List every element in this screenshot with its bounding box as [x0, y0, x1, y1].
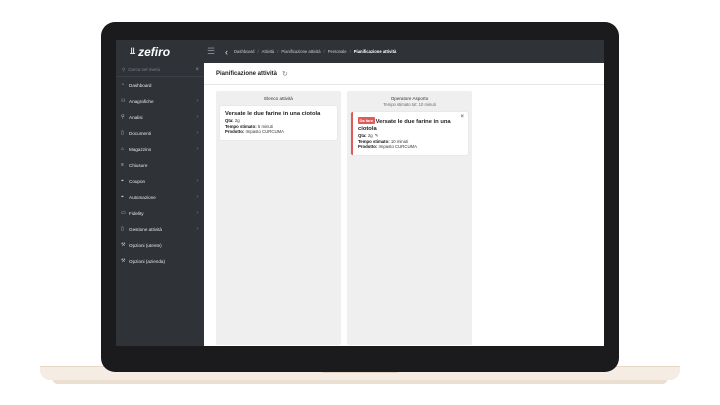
sidebar: ⚲ Cerca nel menù × ◔ Dashboard ⚇ Anagraf…	[116, 63, 204, 346]
qta-value: 2g	[367, 133, 373, 138]
sidebar-item-dashboard[interactable]: ◔ Dashboard	[116, 77, 204, 93]
hamburger-icon[interactable]: ☰	[207, 46, 217, 57]
breadcrumb-item[interactable]: Dashboard	[234, 49, 255, 54]
sidebar-item-label: Documenti	[129, 130, 151, 136]
tag-icon: ⌖	[121, 194, 124, 200]
search-icon: ⚲	[121, 114, 125, 120]
sidebar-item-fidelity[interactable]: ▭ Fidelity ›	[116, 205, 204, 221]
search-input[interactable]: Cerca nel menù	[128, 67, 160, 72]
document-icon: ▯	[121, 226, 124, 232]
logo-icon: ⫫	[130, 46, 136, 56]
tempo-label: Tempo stimato:	[358, 138, 390, 144]
task-prodotto: Prodotto: Impasto CURCUMA	[358, 144, 463, 150]
sidebar-item-label: Opzioni (utente)	[129, 242, 162, 248]
chevron-right-icon: ›	[196, 130, 198, 136]
sidebar-item-label: Gestione attività	[129, 226, 162, 232]
sidebar-item-coupon[interactable]: ⌖ Coupon ›	[116, 173, 204, 189]
column-subtitle: Tempo stimato tot: 10 minuti	[383, 102, 436, 107]
brand-logo[interactable]: ⫫ zefiro	[116, 40, 207, 63]
sidebar-item-analisi[interactable]: ⚲ Analisi ›	[116, 109, 204, 125]
main-content: Pianificazione attività ↻ Elenco attivit…	[204, 63, 604, 346]
breadcrumb-current: Pianificazione attività	[353, 49, 397, 54]
users-icon: ⚇	[121, 98, 126, 104]
breadcrumb-separator: /	[257, 49, 259, 54]
kanban-column-elenco: Elenco attività Versate le due farine in…	[216, 91, 341, 345]
breadcrumb-item[interactable]: Personale	[328, 49, 347, 54]
document-icon: ▯	[121, 130, 124, 136]
breadcrumb-item[interactable]: Attività	[262, 49, 275, 54]
sidebar-item-label: Chiusure	[129, 162, 148, 168]
sidebar-item-opzioni-utente[interactable]: ⚒ Opzioni (utente)	[116, 237, 204, 253]
breadcrumb-separator: /	[349, 49, 351, 54]
chevron-left-icon[interactable]: ‹	[225, 47, 228, 57]
close-icon[interactable]: ×	[195, 67, 199, 73]
sidebar-item-label: Fidelity	[129, 210, 144, 216]
chevron-right-icon: ›	[196, 194, 198, 200]
tempo-value: 5 minuti	[257, 123, 273, 129]
breadcrumb-separator: /	[277, 49, 279, 54]
chevron-right-icon: ›	[196, 178, 198, 184]
tag-icon: ⌖	[121, 178, 124, 184]
task-prodotto: Prodotto: Impasto CURCUMA	[225, 129, 332, 135]
close-icon[interactable]: ×	[460, 114, 464, 120]
sidebar-item-label: Analisi	[129, 114, 143, 120]
task-card[interactable]: × Da fare Versate le due farine in una ci…	[351, 112, 468, 155]
page-header: Pianificazione attività ↻	[204, 63, 604, 85]
page-title: Pianificazione attività	[216, 70, 278, 77]
chevron-right-icon: ›	[196, 98, 198, 104]
sidebar-item-documenti[interactable]: ▯ Documenti ›	[116, 125, 204, 141]
brand-name: zefiro	[138, 44, 171, 59]
status-badge: Da fare	[358, 117, 375, 124]
breadcrumb-separator: /	[323, 49, 325, 54]
refresh-icon[interactable]: ↻	[282, 70, 288, 78]
search-icon: ⚲	[122, 66, 126, 72]
sidebar-item-label: Dashboard	[129, 82, 152, 88]
sidebar-item-chiusure[interactable]: ≡ Chiusure	[116, 157, 204, 173]
app-screen: ⫫ zefiro ☰ ‹ Dashboard / Attività / Pian…	[116, 40, 604, 346]
sidebar-item-label: Coupon	[129, 178, 146, 184]
breadcrumb-item[interactable]: Pianificazione attività	[281, 49, 320, 54]
qta-label: Qta:	[225, 118, 234, 123]
sidebar-item-opzioni-azienda[interactable]: ⚒ Opzioni (azienda)	[116, 253, 204, 269]
dashboard-icon: ◔	[121, 82, 125, 88]
sidebar-item-magazzino[interactable]: ⌂ Magazzino ›	[116, 141, 204, 157]
sidebar-search[interactable]: ⚲ Cerca nel menù ×	[116, 63, 204, 77]
sidebar-item-label: Automazione	[129, 194, 156, 200]
prodotto-value: Impasto CURCUMA	[378, 144, 417, 150]
sidebar-item-label: Opzioni (azienda)	[129, 258, 166, 264]
qta-value: 2g	[234, 118, 240, 123]
chevron-right-icon: ›	[196, 114, 198, 120]
breadcrumb: Dashboard / Attività / Pianificazione at…	[234, 49, 396, 54]
qta-label: Qta:	[358, 133, 367, 138]
task-card[interactable]: Versate le due farine in una ciotola Qta…	[220, 106, 337, 140]
sidebar-item-anagrafiche[interactable]: ⚇ Anagrafiche ›	[116, 93, 204, 109]
task-title-row: Da fare Versate le due farine in una ciot…	[358, 117, 463, 133]
column-title: Operatore Asporto	[390, 96, 429, 101]
sidebar-item-label: Magazzino	[129, 146, 152, 152]
chevron-right-icon: ›	[196, 210, 198, 216]
prodotto-label: Prodotto:	[225, 129, 245, 135]
sidebar-item-label: Anagrafiche	[129, 98, 154, 104]
tempo-value: 10 minuti	[390, 138, 409, 144]
laptop-mockup: ⫫ zefiro ☰ ‹ Dashboard / Attività / Pian…	[0, 0, 720, 405]
sidebar-item-automazione[interactable]: ⌖ Automazione ›	[116, 189, 204, 205]
wrench-icon: ⚒	[121, 258, 126, 264]
pencil-icon[interactable]: ✎	[375, 133, 379, 138]
chevron-right-icon: ›	[196, 146, 198, 152]
task-title: Versate le due farine in una ciotola	[225, 111, 321, 117]
kanban-board: Elenco attività Versate le due farine in…	[216, 91, 472, 345]
list-icon: ≡	[121, 162, 124, 168]
card-icon: ▭	[121, 210, 126, 216]
tempo-label: Tempo stimato:	[225, 123, 257, 129]
prodotto-value: Impasto CURCUMA	[245, 129, 284, 135]
sidebar-item-gestione-attivita[interactable]: ▯ Gestione attività ›	[116, 221, 204, 237]
wrench-icon: ⚒	[121, 242, 126, 248]
column-title: Elenco attività	[264, 96, 293, 101]
top-bar: ⫫ zefiro ☰ ‹ Dashboard / Attività / Pian…	[116, 40, 604, 63]
warehouse-icon: ⌂	[121, 146, 125, 152]
prodotto-label: Prodotto:	[358, 144, 378, 150]
kanban-column-operatore-asporto: Operatore Asporto Tempo stimato tot: 10 …	[347, 91, 472, 345]
chevron-right-icon: ›	[196, 226, 198, 232]
